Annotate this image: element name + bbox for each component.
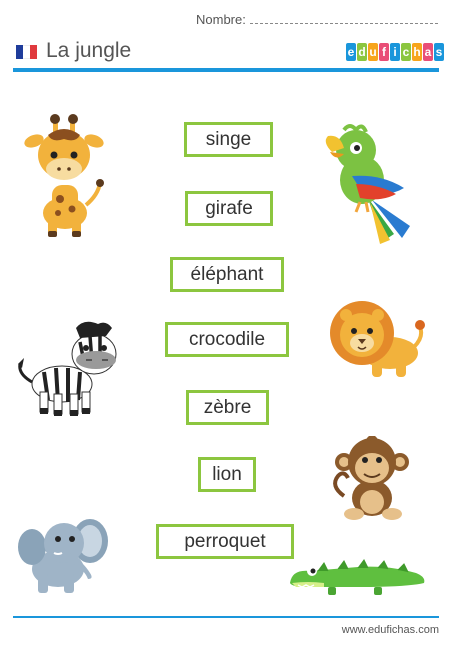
logo-letter: c	[401, 43, 411, 61]
crocodile-illustration[interactable]	[288, 553, 428, 597]
footer-divider	[13, 616, 439, 618]
word-box-singe[interactable]: singe	[184, 122, 273, 157]
word-label: perroquet	[184, 530, 266, 552]
logo-letter: a	[423, 43, 433, 61]
french-flag-icon	[16, 45, 37, 59]
word-label: zèbre	[203, 396, 252, 418]
word-box-crocodile[interactable]: crocodile	[165, 322, 289, 357]
lion-illustration[interactable]	[328, 297, 426, 383]
name-field[interactable]: Nombre:	[196, 12, 438, 27]
logo-letter: h	[412, 43, 422, 61]
name-blank-line[interactable]	[249, 13, 438, 24]
logo-letter: s	[434, 43, 444, 61]
word-label: singe	[205, 128, 252, 150]
elephant-illustration[interactable]	[18, 507, 110, 599]
zebra-illustration[interactable]	[14, 318, 124, 418]
giraffe-illustration[interactable]	[20, 113, 110, 241]
header-divider	[13, 68, 439, 72]
word-box-elephant[interactable]: éléphant	[170, 257, 284, 292]
word-label: crocodile	[188, 328, 266, 350]
word-label: girafe	[205, 197, 253, 219]
footer-url[interactable]: www.edufichas.com	[342, 624, 439, 636]
logo-letter: u	[368, 43, 378, 61]
logo-letter: d	[357, 43, 367, 61]
logo-letter: e	[346, 43, 356, 61]
name-label: Nombre:	[196, 12, 246, 27]
word-label: lion	[212, 463, 242, 485]
edufichas-logo: edufichas	[346, 43, 444, 61]
monkey-illustration[interactable]	[330, 436, 416, 522]
logo-letter: f	[379, 43, 389, 61]
logo-letter: i	[390, 43, 400, 61]
parrot-illustration[interactable]	[322, 122, 414, 248]
word-box-zebre[interactable]: zèbre	[186, 390, 269, 425]
word-label: éléphant	[190, 263, 264, 285]
word-box-girafe[interactable]: girafe	[185, 191, 273, 226]
word-box-lion[interactable]: lion	[198, 457, 256, 492]
page-title: La jungle	[46, 39, 132, 62]
word-box-perroquet[interactable]: perroquet	[156, 524, 294, 559]
